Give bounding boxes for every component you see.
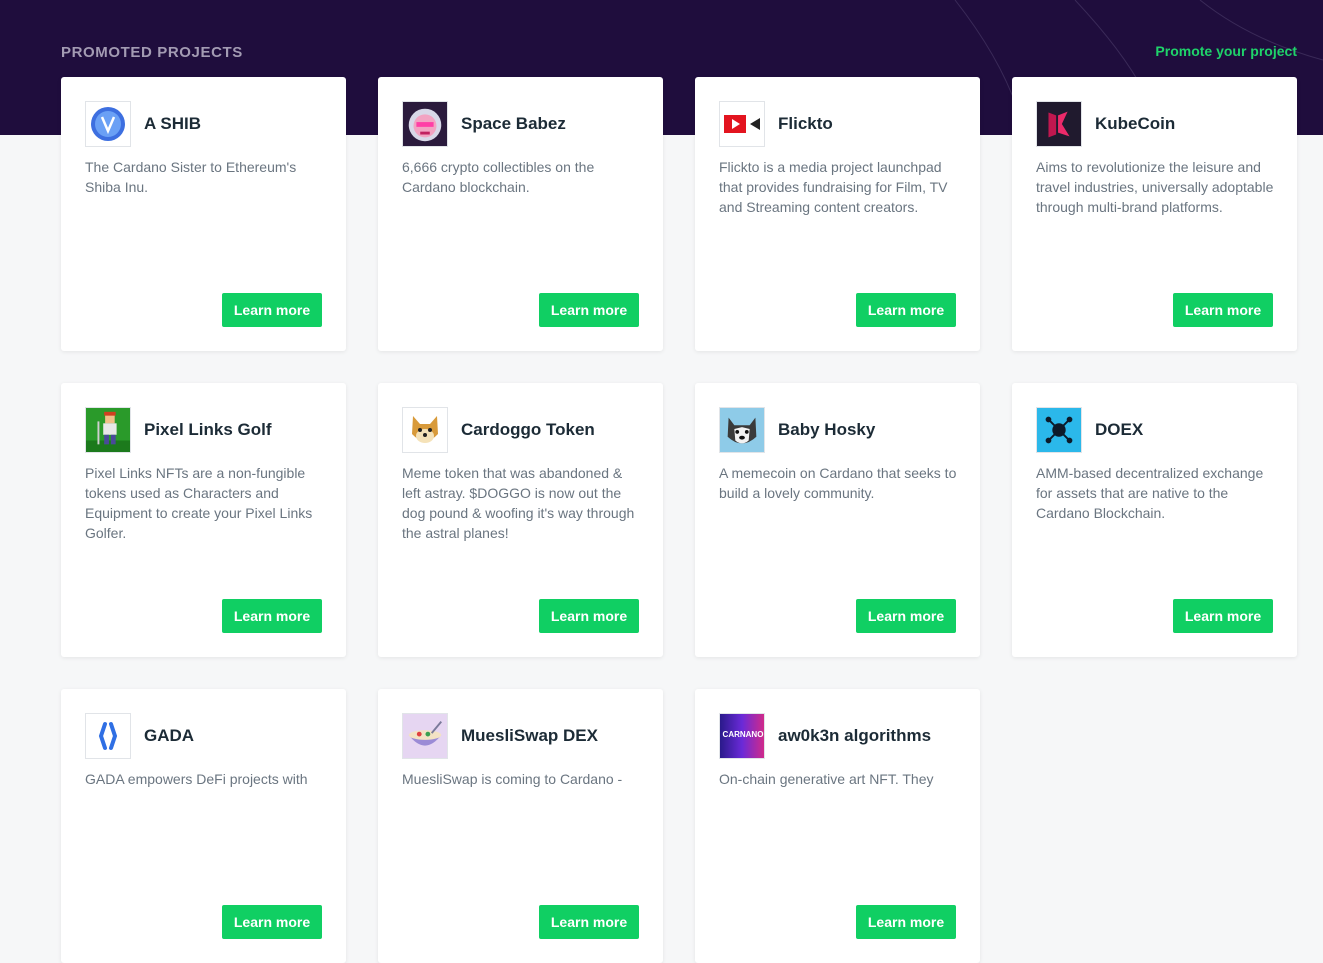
project-card: Cardoggo Token Meme token that was aband…	[378, 383, 663, 657]
project-name[interactable]: Flickto	[778, 114, 833, 134]
project-name[interactable]: Cardoggo Token	[461, 420, 595, 440]
ashib-logo-icon	[85, 101, 131, 147]
card-header: Pixel Links Golf	[85, 407, 272, 453]
gada-logo-icon	[85, 713, 131, 759]
learn-more-button[interactable]: Learn more	[1173, 599, 1273, 633]
kubecoin-logo-icon	[1036, 101, 1082, 147]
card-header: Space Babez	[402, 101, 566, 147]
card-header: GADA	[85, 713, 194, 759]
project-card: Pixel Links Golf Pixel Links NFTs are a …	[61, 383, 346, 657]
project-name[interactable]: DOEX	[1095, 420, 1143, 440]
project-description: AMM-based decentralized exchange for ass…	[1036, 465, 1264, 521]
project-description: GADA empowers DeFi projects with	[85, 771, 308, 787]
card-header: KubeCoin	[1036, 101, 1175, 147]
doex-logo-icon	[1036, 407, 1082, 453]
card-header: A SHIB	[85, 101, 201, 147]
doggo-logo-icon	[402, 407, 448, 453]
project-description: The Cardano Sister to Ethereum's Shiba I…	[85, 159, 297, 195]
muesli-bowl-logo-icon	[402, 713, 448, 759]
promote-project-link[interactable]: Promote your project	[1155, 43, 1297, 59]
project-description: 6,666 crypto collectibles on the Cardano…	[402, 159, 595, 195]
card-header: Baby Hosky	[719, 407, 875, 453]
learn-more-button[interactable]: Learn more	[1173, 293, 1273, 327]
project-description: Pixel Links NFTs are a non-fungible toke…	[85, 465, 313, 541]
card-header: CARNANO aw0k3n algorithms	[719, 713, 931, 759]
project-name[interactable]: KubeCoin	[1095, 114, 1175, 134]
project-description: MuesliSwap is coming to Cardano -	[402, 771, 623, 787]
awoken-logo-text: CARNANO	[722, 730, 764, 739]
flickto-logo-icon	[719, 101, 765, 147]
learn-more-button[interactable]: Learn more	[539, 599, 639, 633]
husky-logo-icon	[719, 407, 765, 453]
project-card: GADA GADA empowers DeFi projects with Le…	[61, 689, 346, 963]
card-header: DOEX	[1036, 407, 1143, 453]
project-card: MuesliSwap DEX MuesliSwap is coming to C…	[378, 689, 663, 963]
project-card: DOEX AMM-based decentralized exchange fo…	[1012, 383, 1297, 657]
card-header: MuesliSwap DEX	[402, 713, 598, 759]
card-header: Cardoggo Token	[402, 407, 595, 453]
project-card: A SHIB The Cardano Sister to Ethereum's …	[61, 77, 346, 351]
project-name[interactable]: GADA	[144, 726, 194, 746]
learn-more-button[interactable]: Learn more	[222, 905, 322, 939]
section-title: PROMOTED PROJECTS	[61, 44, 243, 61]
card-header: Flickto	[719, 101, 833, 147]
learn-more-button[interactable]: Learn more	[856, 293, 956, 327]
learn-more-button[interactable]: Learn more	[222, 293, 322, 327]
space-babez-logo-icon	[402, 101, 448, 147]
project-card: KubeCoin Aims to revolutionize the leisu…	[1012, 77, 1297, 351]
project-name[interactable]: A SHIB	[144, 114, 201, 134]
project-name[interactable]: Pixel Links Golf	[144, 420, 272, 440]
learn-more-button[interactable]: Learn more	[856, 905, 956, 939]
project-card: Flickto Flickto is a media project launc…	[695, 77, 980, 351]
project-card: CARNANO aw0k3n algorithms On-chain gener…	[695, 689, 980, 963]
project-description: Flickto is a media project launchpad tha…	[719, 159, 948, 215]
project-description: A memecoin on Cardano that seeks to buil…	[719, 465, 957, 501]
project-name[interactable]: Baby Hosky	[778, 420, 875, 440]
learn-more-button[interactable]: Learn more	[539, 293, 639, 327]
project-card: Space Babez 6,666 crypto collectibles on…	[378, 77, 663, 351]
project-card: Baby Hosky A memecoin on Cardano that se…	[695, 383, 980, 657]
pixel-golfer-logo-icon	[85, 407, 131, 453]
project-description: Meme token that was abandoned & left ast…	[402, 465, 635, 541]
project-description: On-chain generative art NFT. They	[719, 771, 934, 787]
project-description: Aims to revolutionize the leisure and tr…	[1036, 159, 1274, 215]
projects-grid: A SHIB The Cardano Sister to Ethereum's …	[61, 77, 1297, 963]
project-name[interactable]: MuesliSwap DEX	[461, 726, 598, 746]
project-name[interactable]: Space Babez	[461, 114, 566, 134]
learn-more-button[interactable]: Learn more	[856, 599, 956, 633]
project-name[interactable]: aw0k3n algorithms	[778, 726, 931, 746]
awoken-logo-icon: CARNANO	[719, 713, 765, 759]
learn-more-button[interactable]: Learn more	[539, 905, 639, 939]
learn-more-button[interactable]: Learn more	[222, 599, 322, 633]
